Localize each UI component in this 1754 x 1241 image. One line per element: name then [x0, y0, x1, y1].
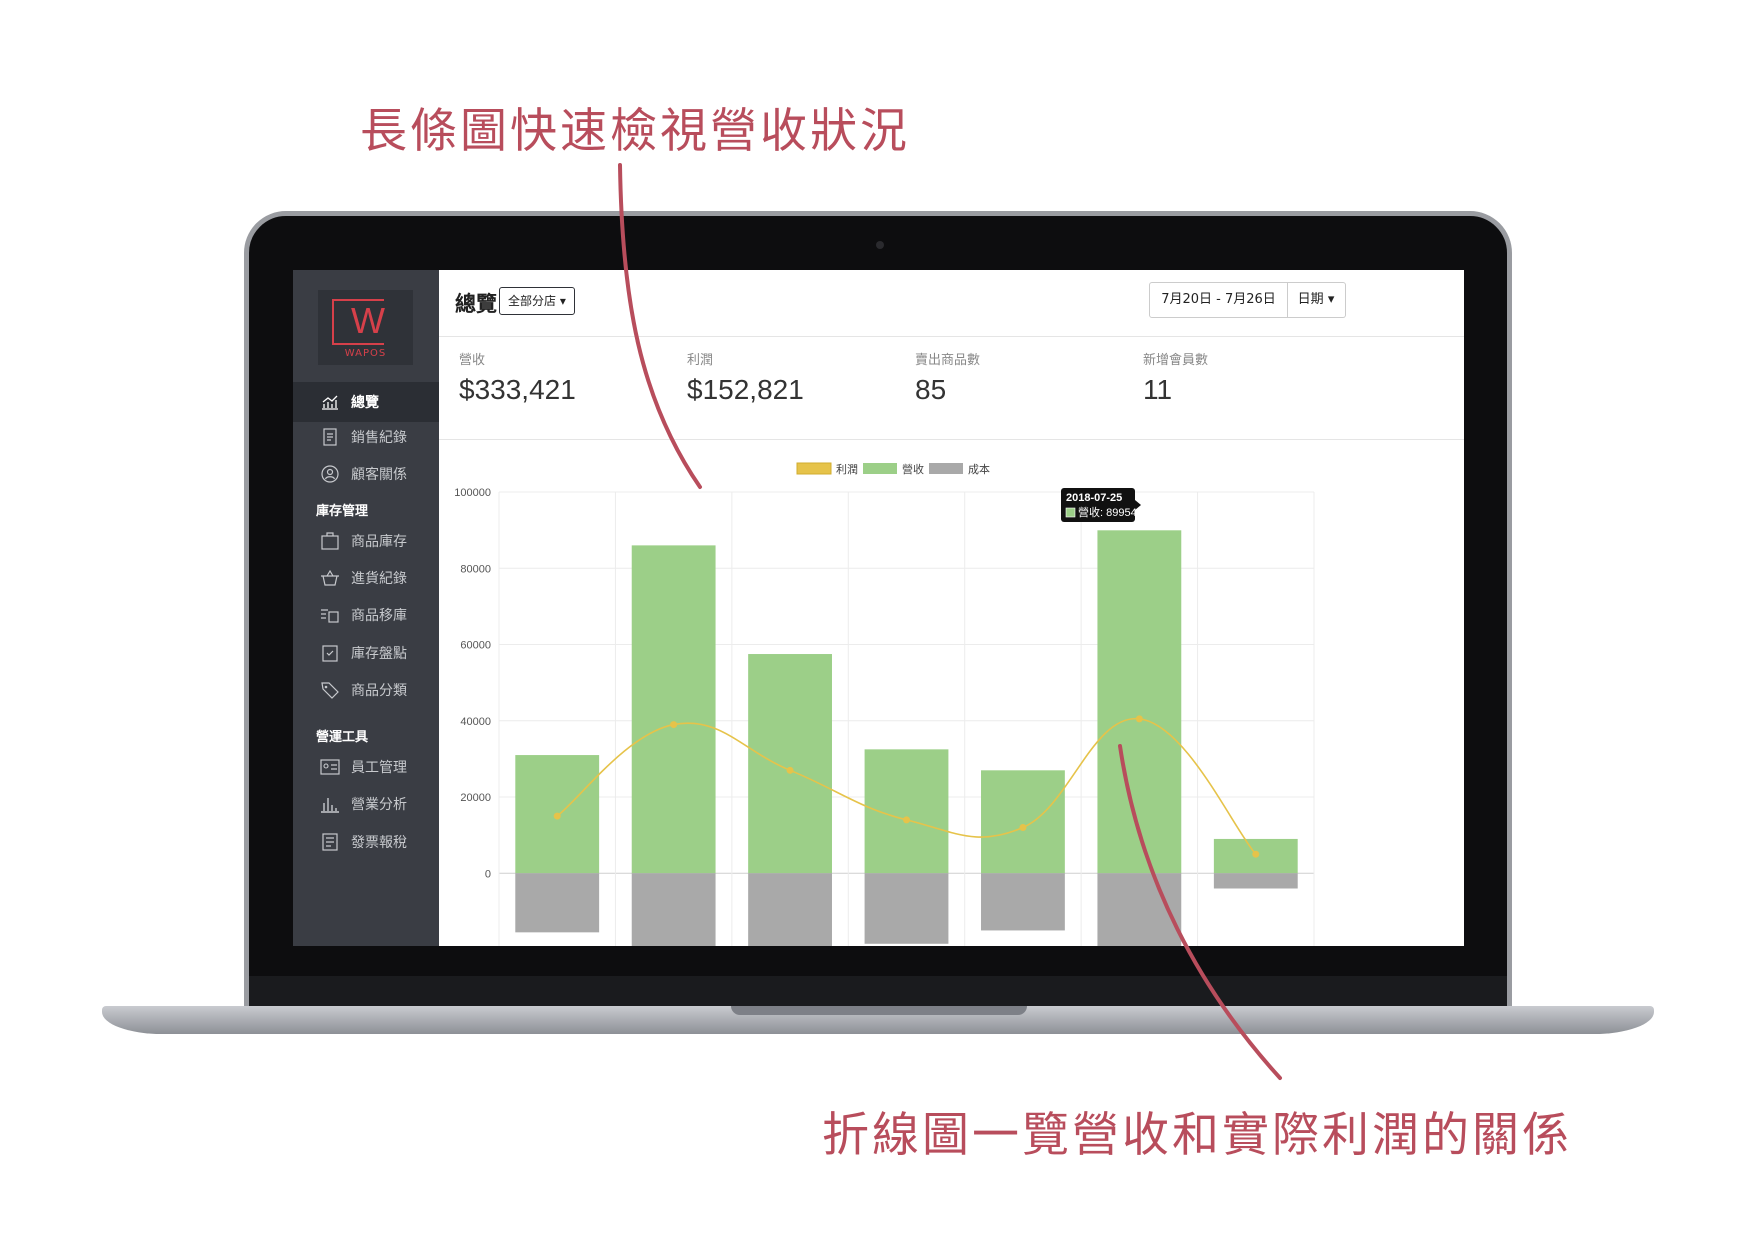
callout-line-bottom: [1118, 744, 1282, 1080]
callout-line-top: [618, 163, 702, 489]
callout-lines: [618, 163, 1282, 1080]
